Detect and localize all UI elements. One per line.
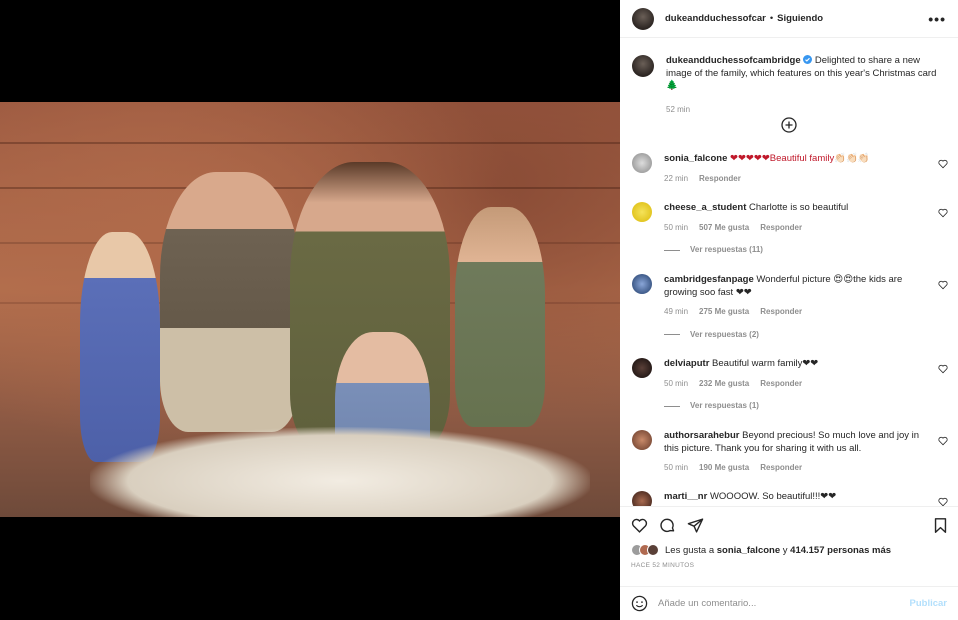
comment-text: ❤❤❤❤❤Beautiful family👏🏻👏🏻👏🏻 — [730, 153, 870, 164]
reply-button[interactable]: Responder — [760, 462, 802, 475]
comment-likes[interactable]: 275 Me gusta — [699, 306, 749, 319]
post-actions: Les gusta a sonia_falcone y 414.157 pers… — [620, 506, 958, 586]
follow-status-button[interactable]: Siguiendo — [777, 13, 823, 24]
comment-likes[interactable]: 507 Me gusta — [699, 222, 749, 235]
view-replies-button[interactable]: Ver respuestas (2) — [664, 329, 926, 342]
reply-button[interactable]: Responder — [699, 173, 741, 186]
likes-summary: Les gusta a sonia_falcone y 414.157 pers… — [620, 534, 958, 556]
bookmark-icon[interactable] — [932, 517, 949, 534]
view-replies-button[interactable]: Ver respuestas (1) — [664, 400, 926, 413]
comment-icon[interactable] — [659, 517, 676, 534]
post-header: dukeandduchessofcar • Siguiendo ••• — [620, 0, 958, 38]
post-media — [0, 0, 620, 620]
comment-avatar[interactable] — [632, 430, 652, 450]
comment-likes[interactable]: 232 Me gusta — [699, 378, 749, 391]
comment-item: cheese_a_student Charlotte is so beautif… — [620, 202, 958, 257]
comment-time: 50 min — [664, 222, 689, 232]
reply-button[interactable]: Responder — [760, 306, 802, 319]
comment-username[interactable]: delviaputr — [664, 358, 709, 369]
comment-input[interactable] — [658, 598, 910, 609]
comment-time: 50 min — [664, 378, 689, 388]
view-replies-button[interactable]: Ver respuestas (11) — [664, 244, 926, 257]
emoji-smile-icon[interactable] — [631, 595, 648, 612]
verified-badge-icon — [803, 55, 813, 64]
caption-username[interactable]: dukeandduchessofcambridge — [666, 55, 801, 66]
view-replies-label: Ver respuestas (1) — [690, 401, 759, 410]
likes-user[interactable]: sonia_falcone — [717, 545, 780, 556]
comment-avatar[interactable] — [632, 274, 652, 294]
heart-icon[interactable] — [631, 517, 648, 534]
likes-count[interactable]: 414.157 personas más — [790, 545, 891, 556]
separator-dot: • — [769, 13, 774, 24]
comment-item: authorsarahebur Beyond precious! So much… — [620, 430, 958, 475]
comment-item: delviaputr Beautiful warm family❤❤ 50 mi… — [620, 358, 958, 413]
caption-time: 52 min — [666, 104, 691, 114]
comments-list[interactable]: dukeandduchessofcambridge Delighted to s… — [620, 39, 958, 506]
comment-like-heart-icon[interactable] — [938, 436, 948, 446]
comment-time: 50 min — [664, 463, 689, 472]
comment-like-heart-icon[interactable] — [938, 208, 948, 218]
comment-text: WOOOOW. So beautiful!!!❤❤ — [709, 491, 837, 502]
reply-button[interactable]: Responder — [760, 222, 802, 235]
comment-text: Charlotte is so beautiful — [749, 202, 849, 213]
comment-username[interactable]: marti__nr — [664, 491, 707, 502]
author-username[interactable]: dukeandduchessofcar — [665, 13, 766, 24]
comment-like-heart-icon[interactable] — [938, 159, 948, 169]
liker-avatars[interactable] — [631, 544, 659, 556]
comment-text: Beautiful warm family❤❤ — [712, 358, 819, 369]
more-horizontal-icon[interactable]: ••• — [928, 11, 946, 27]
comment-avatar[interactable] — [632, 202, 652, 222]
likes-conjunction: y — [782, 544, 788, 556]
author-avatar[interactable] — [632, 7, 654, 30]
comment-time: 22 min — [664, 173, 689, 183]
comment-username[interactable]: cheese_a_student — [664, 202, 746, 213]
comment-avatar[interactable] — [632, 153, 652, 173]
send-icon[interactable] — [687, 517, 704, 534]
caption: dukeandduchessofcambridge Delighted to s… — [620, 55, 958, 116]
comment-item: sonia_falcone ❤❤❤❤❤Beautiful family👏🏻👏🏻👏… — [620, 153, 958, 185]
reply-button[interactable]: Responder — [760, 378, 802, 391]
comment-like-heart-icon[interactable] — [938, 280, 948, 290]
comment-item: cambridgesfanpage Wonderful picture 😍😍th… — [620, 274, 958, 341]
post-timestamp[interactable]: HACE 52 MINUTOS — [620, 556, 958, 569]
likes-prefix: Les gusta a — [665, 544, 715, 556]
comment-like-heart-icon[interactable] — [938, 364, 948, 374]
comment-likes[interactable]: 190 Me gusta — [699, 462, 749, 475]
publish-button[interactable]: Publicar — [910, 598, 948, 609]
caption-avatar[interactable] — [632, 55, 654, 77]
plus-circle-icon[interactable] — [781, 117, 797, 133]
comment-username[interactable]: sonia_falcone — [664, 153, 727, 164]
comment-avatar[interactable] — [632, 358, 652, 378]
view-replies-label: Ver respuestas (11) — [690, 245, 763, 254]
post-photo[interactable] — [0, 102, 620, 517]
comment-avatar[interactable] — [632, 491, 652, 506]
comment-item: marti__nr WOOOOW. So beautiful!!!❤❤ — [620, 491, 958, 506]
add-comment-bar: Publicar — [620, 586, 958, 620]
view-replies-label: Ver respuestas (2) — [690, 329, 759, 339]
comment-time: 49 min — [664, 307, 689, 316]
post-panel: dukeandduchessofcar • Siguiendo ••• duke… — [620, 0, 958, 620]
comment-username[interactable]: cambridgesfanpage — [664, 274, 754, 285]
comment-like-heart-icon[interactable] — [938, 497, 948, 506]
comment-username[interactable]: authorsarahebur — [664, 430, 740, 441]
